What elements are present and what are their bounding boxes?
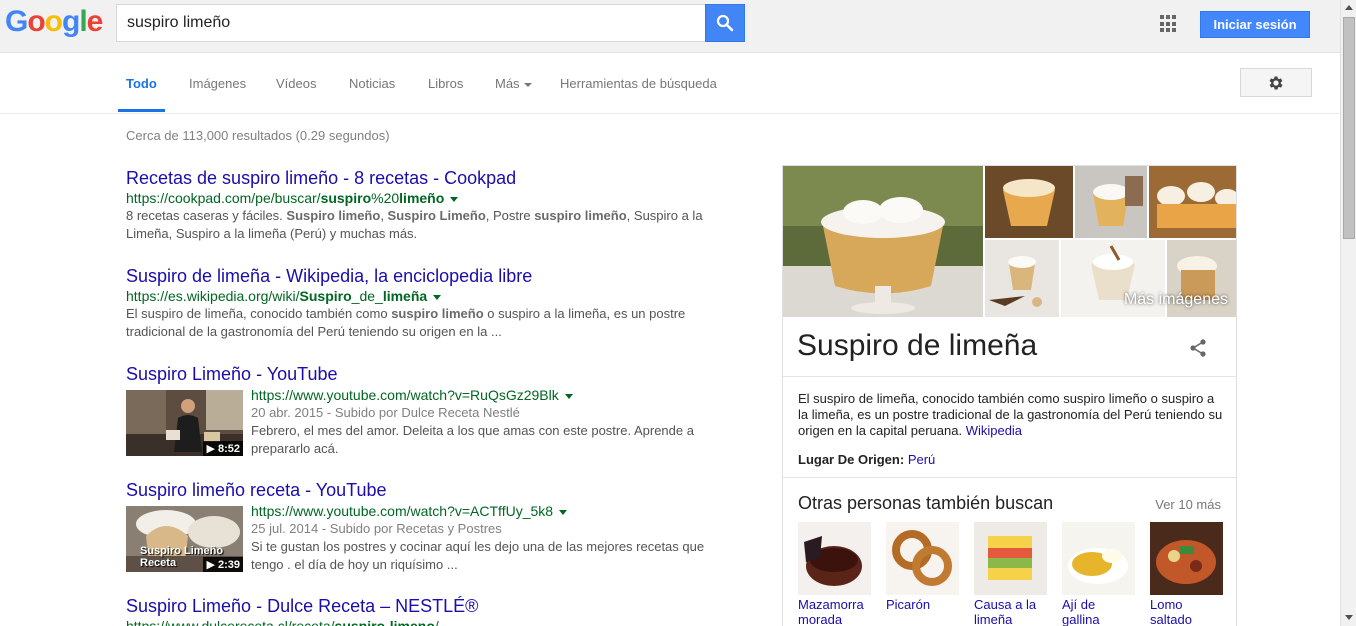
more-images-link[interactable]: Más imágenes xyxy=(1124,291,1228,309)
apps-grid-icon[interactable] xyxy=(1160,15,1178,33)
video-upload-info: 25 jul. 2014 - Subido por Recetas y Post… xyxy=(251,521,502,536)
video-duration: ▶ 8:52 xyxy=(203,441,243,456)
page-scrollbar[interactable] xyxy=(1340,0,1356,626)
video-result: Suspiro Limeño - YouTube ▶ 8:52 https://… xyxy=(126,363,726,458)
top-bar: Google Iniciar sesión xyxy=(0,0,1340,53)
video-duration: ▶ 2:39 xyxy=(203,557,243,572)
result-url: https://es.wikipedia.org/wiki/Suspiro_de… xyxy=(126,287,726,305)
search-input[interactable] xyxy=(117,5,706,41)
knowledge-panel: Más imágenes Suspiro de limeña El suspir… xyxy=(782,165,1237,626)
tab-videos[interactable]: Vídeos xyxy=(276,76,316,91)
scroll-down-arrow-icon[interactable] xyxy=(1345,615,1353,620)
related-dish-image xyxy=(974,522,1047,595)
result-menu-caret-icon[interactable] xyxy=(564,393,573,399)
related-dish-label: Causa a la limeña xyxy=(974,597,1037,626)
result-title-link[interactable]: Recetas de suspiro limeño - 8 recetas - … xyxy=(126,167,726,189)
place-of-origin: Lugar De Origen: Perú xyxy=(798,452,936,467)
result-title-link[interactable]: Suspiro Limeño - YouTube xyxy=(126,363,726,385)
related-dish-image xyxy=(886,522,959,595)
related-dish-card[interactable]: Causa a la limeña xyxy=(974,522,1047,626)
chevron-down-icon xyxy=(523,82,532,87)
settings-button[interactable] xyxy=(1240,68,1312,97)
result-title-link[interactable]: Suspiro Limeño - Dulce Receta – NESTLÉ® xyxy=(126,595,726,617)
logo-letter: g xyxy=(62,5,80,38)
people-also-search-title: Otras personas también buscan xyxy=(798,493,1054,513)
result-url: https://www.dulcereceta.cl/receta/suspir… xyxy=(126,618,439,626)
video-upload-info: 20 abr. 2015 - Subido por Dulce Receta N… xyxy=(251,405,520,420)
logo-letter: o xyxy=(44,5,63,38)
knowledge-panel-description: El suspiro de limeña, conocido también c… xyxy=(798,391,1223,438)
related-dish-label: Lomo saltado xyxy=(1150,597,1192,626)
scroll-up-arrow-icon[interactable] xyxy=(1345,5,1353,10)
dessert-image[interactable] xyxy=(783,166,983,317)
tab-herramientas[interactable]: Herramientas de búsqueda xyxy=(560,76,717,91)
search-results-page: Google Iniciar sesión Todo Imágenes Víde… xyxy=(0,0,1356,626)
origin-link[interactable]: Perú xyxy=(908,452,935,467)
search-tabs: Todo Imágenes Vídeos Noticias Libros Más… xyxy=(0,54,1340,114)
related-dish-card[interactable]: Mazamorra morada xyxy=(798,522,871,626)
knowledge-panel-title: Suspiro de limeña xyxy=(797,329,1038,362)
gear-icon xyxy=(1269,75,1283,90)
tab-libros[interactable]: Libros xyxy=(428,76,463,91)
related-dish-label: Ají de gallina xyxy=(1062,597,1100,626)
related-dish-label: Picarón xyxy=(886,597,931,612)
result-snippet: Febrero, el mes del amor. Deleita a los … xyxy=(251,423,694,456)
logo-letter: l xyxy=(79,5,87,38)
result-title-link[interactable]: Suspiro de limeña - Wikipedia, la encicl… xyxy=(126,265,726,287)
dessert-image[interactable] xyxy=(1075,166,1147,238)
video-thumbnail[interactable]: ▶ 8:52 xyxy=(126,390,243,456)
search-button[interactable] xyxy=(705,4,745,42)
search-result: Suspiro de limeña - Wikipedia, la encicl… xyxy=(126,265,726,341)
active-tab-indicator xyxy=(118,109,165,112)
share-icon[interactable] xyxy=(1188,338,1208,363)
dessert-image[interactable] xyxy=(985,166,1073,238)
tab-noticias[interactable]: Noticias xyxy=(349,76,395,91)
google-logo[interactable]: Google xyxy=(5,5,104,39)
logo-letter: G xyxy=(5,5,28,38)
tab-mas-label: Más xyxy=(495,76,520,91)
video-thumbnail[interactable]: Suspiro Limeño Receta ▶ 2:39 xyxy=(126,506,243,572)
related-dish-image xyxy=(798,522,871,595)
result-url: https://cookpad.com/pe/buscar/suspiro%20… xyxy=(126,189,726,207)
divider xyxy=(783,477,1236,478)
result-snippet: 8 recetas caseras y fáciles. Suspiro lim… xyxy=(126,208,703,241)
related-dish-card[interactable]: Picarón xyxy=(886,522,959,612)
result-snippet: Si te gustan los postres y cocinar aquí … xyxy=(251,539,705,572)
logo-letter: o xyxy=(27,5,45,38)
result-menu-caret-icon[interactable] xyxy=(433,294,442,300)
related-dish-card[interactable]: Lomo saltado xyxy=(1150,522,1223,626)
result-menu-caret-icon[interactable] xyxy=(450,196,459,202)
wikipedia-link[interactable]: Wikipedia xyxy=(966,423,1022,438)
result-title-link[interactable]: Suspiro limeño receta - YouTube xyxy=(126,479,726,501)
result-url: https://www.youtube.com/watch?v=RuQsGz29… xyxy=(251,386,726,404)
see-more-link[interactable]: Ver 10 más xyxy=(1155,497,1221,512)
related-dish-image xyxy=(1062,522,1135,595)
search-result: Recetas de suspiro limeño - 8 recetas - … xyxy=(126,167,726,243)
logo-letter: e xyxy=(86,5,104,38)
knowledge-panel-images: Más imágenes xyxy=(783,166,1236,317)
search-result: Suspiro Limeño - Dulce Receta – NESTLÉ® … xyxy=(126,595,726,626)
tab-todo[interactable]: Todo xyxy=(126,76,157,91)
scrollbar-thumb[interactable] xyxy=(1343,17,1355,239)
result-menu-caret-icon[interactable] xyxy=(559,509,568,515)
video-result: Suspiro limeño receta - YouTube Suspiro … xyxy=(126,479,726,574)
signin-button[interactable]: Iniciar sesión xyxy=(1200,11,1310,38)
tab-imagenes[interactable]: Imágenes xyxy=(189,76,246,91)
dessert-image[interactable] xyxy=(985,240,1059,317)
result-snippet: El suspiro de limeña, conocido también c… xyxy=(126,306,686,339)
dessert-image[interactable] xyxy=(1149,166,1236,238)
related-dish-label: Mazamorra morada xyxy=(798,597,864,626)
search-box[interactable] xyxy=(116,4,706,42)
result-stats: Cerca de 113,000 resultados (0.29 segund… xyxy=(126,128,390,143)
related-dish-card[interactable]: Ají de gallina xyxy=(1062,522,1135,626)
result-url: https://www.youtube.com/watch?v=ACTffUy_… xyxy=(251,502,726,520)
divider xyxy=(783,376,1236,377)
tab-mas[interactable]: Más xyxy=(495,76,532,91)
related-dish-image xyxy=(1150,522,1223,595)
search-icon xyxy=(716,14,734,32)
